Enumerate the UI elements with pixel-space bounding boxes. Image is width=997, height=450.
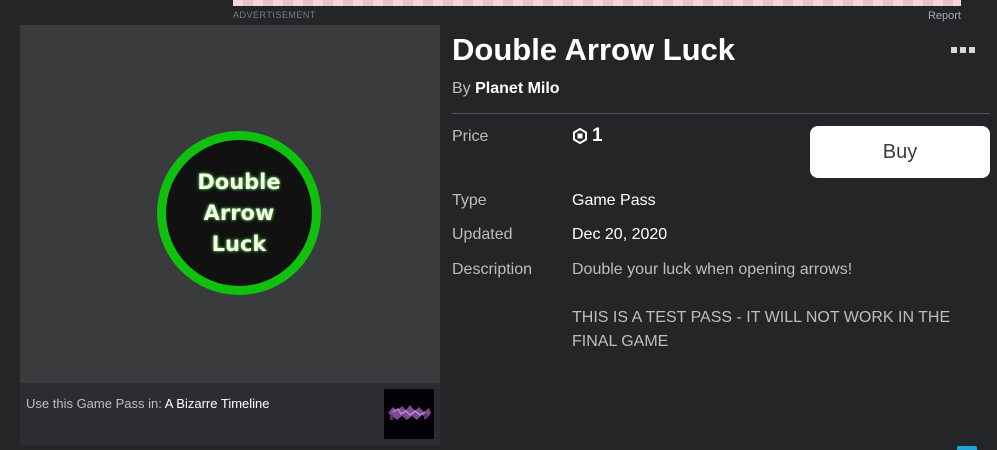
updated-label: Updated [452, 226, 513, 243]
more-options-dot [960, 47, 966, 53]
creator-link[interactable]: Planet Milo [475, 80, 559, 97]
game-link[interactable]: A Bizarre Timeline [165, 396, 270, 411]
item-details-page: ADVERTISEMENT Report Double Arrow Luck U… [0, 0, 997, 450]
type-value: Game Pass [572, 192, 656, 209]
description-label: Description [452, 261, 533, 278]
item-title: Double Arrow Luck [452, 32, 736, 67]
chat-widget-tab[interactable] [957, 446, 977, 450]
use-in-game-bar: Use this Game Pass in: A Bizarre Timelin… [20, 383, 440, 445]
price-amount: 1 [592, 125, 603, 146]
buy-button[interactable]: Buy [810, 126, 990, 178]
robux-icon [573, 128, 587, 144]
report-ad-link[interactable]: Report [928, 10, 961, 22]
details-divider [452, 113, 990, 114]
game-pass-badge-image: Double Arrow Luck [157, 131, 321, 295]
item-thumbnail-panel: Double Arrow Luck [20, 25, 440, 383]
type-label: Type [452, 192, 487, 209]
more-options-dot [951, 47, 957, 53]
game-thumbnail[interactable] [384, 389, 434, 439]
updated-value: Dec 20, 2020 [572, 226, 668, 243]
creator-prefix: By [452, 80, 471, 97]
price-label: Price [452, 128, 489, 145]
description-text: Double your luck when opening arrows! TH… [572, 261, 951, 350]
use-in-game-text: Use this Game Pass in: A Bizarre Timelin… [26, 396, 270, 411]
price-value: 1 [572, 125, 603, 147]
creator-line: By Planet Milo [452, 80, 560, 98]
game-pass-badge-text: Double Arrow Luck [197, 169, 281, 256]
more-options-icon[interactable] [951, 47, 977, 55]
advertisement-label: ADVERTISEMENT [233, 10, 316, 20]
game-thumbnail-art [384, 389, 434, 439]
more-options-dot [969, 47, 975, 53]
advertisement-banner[interactable] [233, 0, 961, 6]
use-in-game-prefix: Use this Game Pass in: [26, 396, 162, 411]
